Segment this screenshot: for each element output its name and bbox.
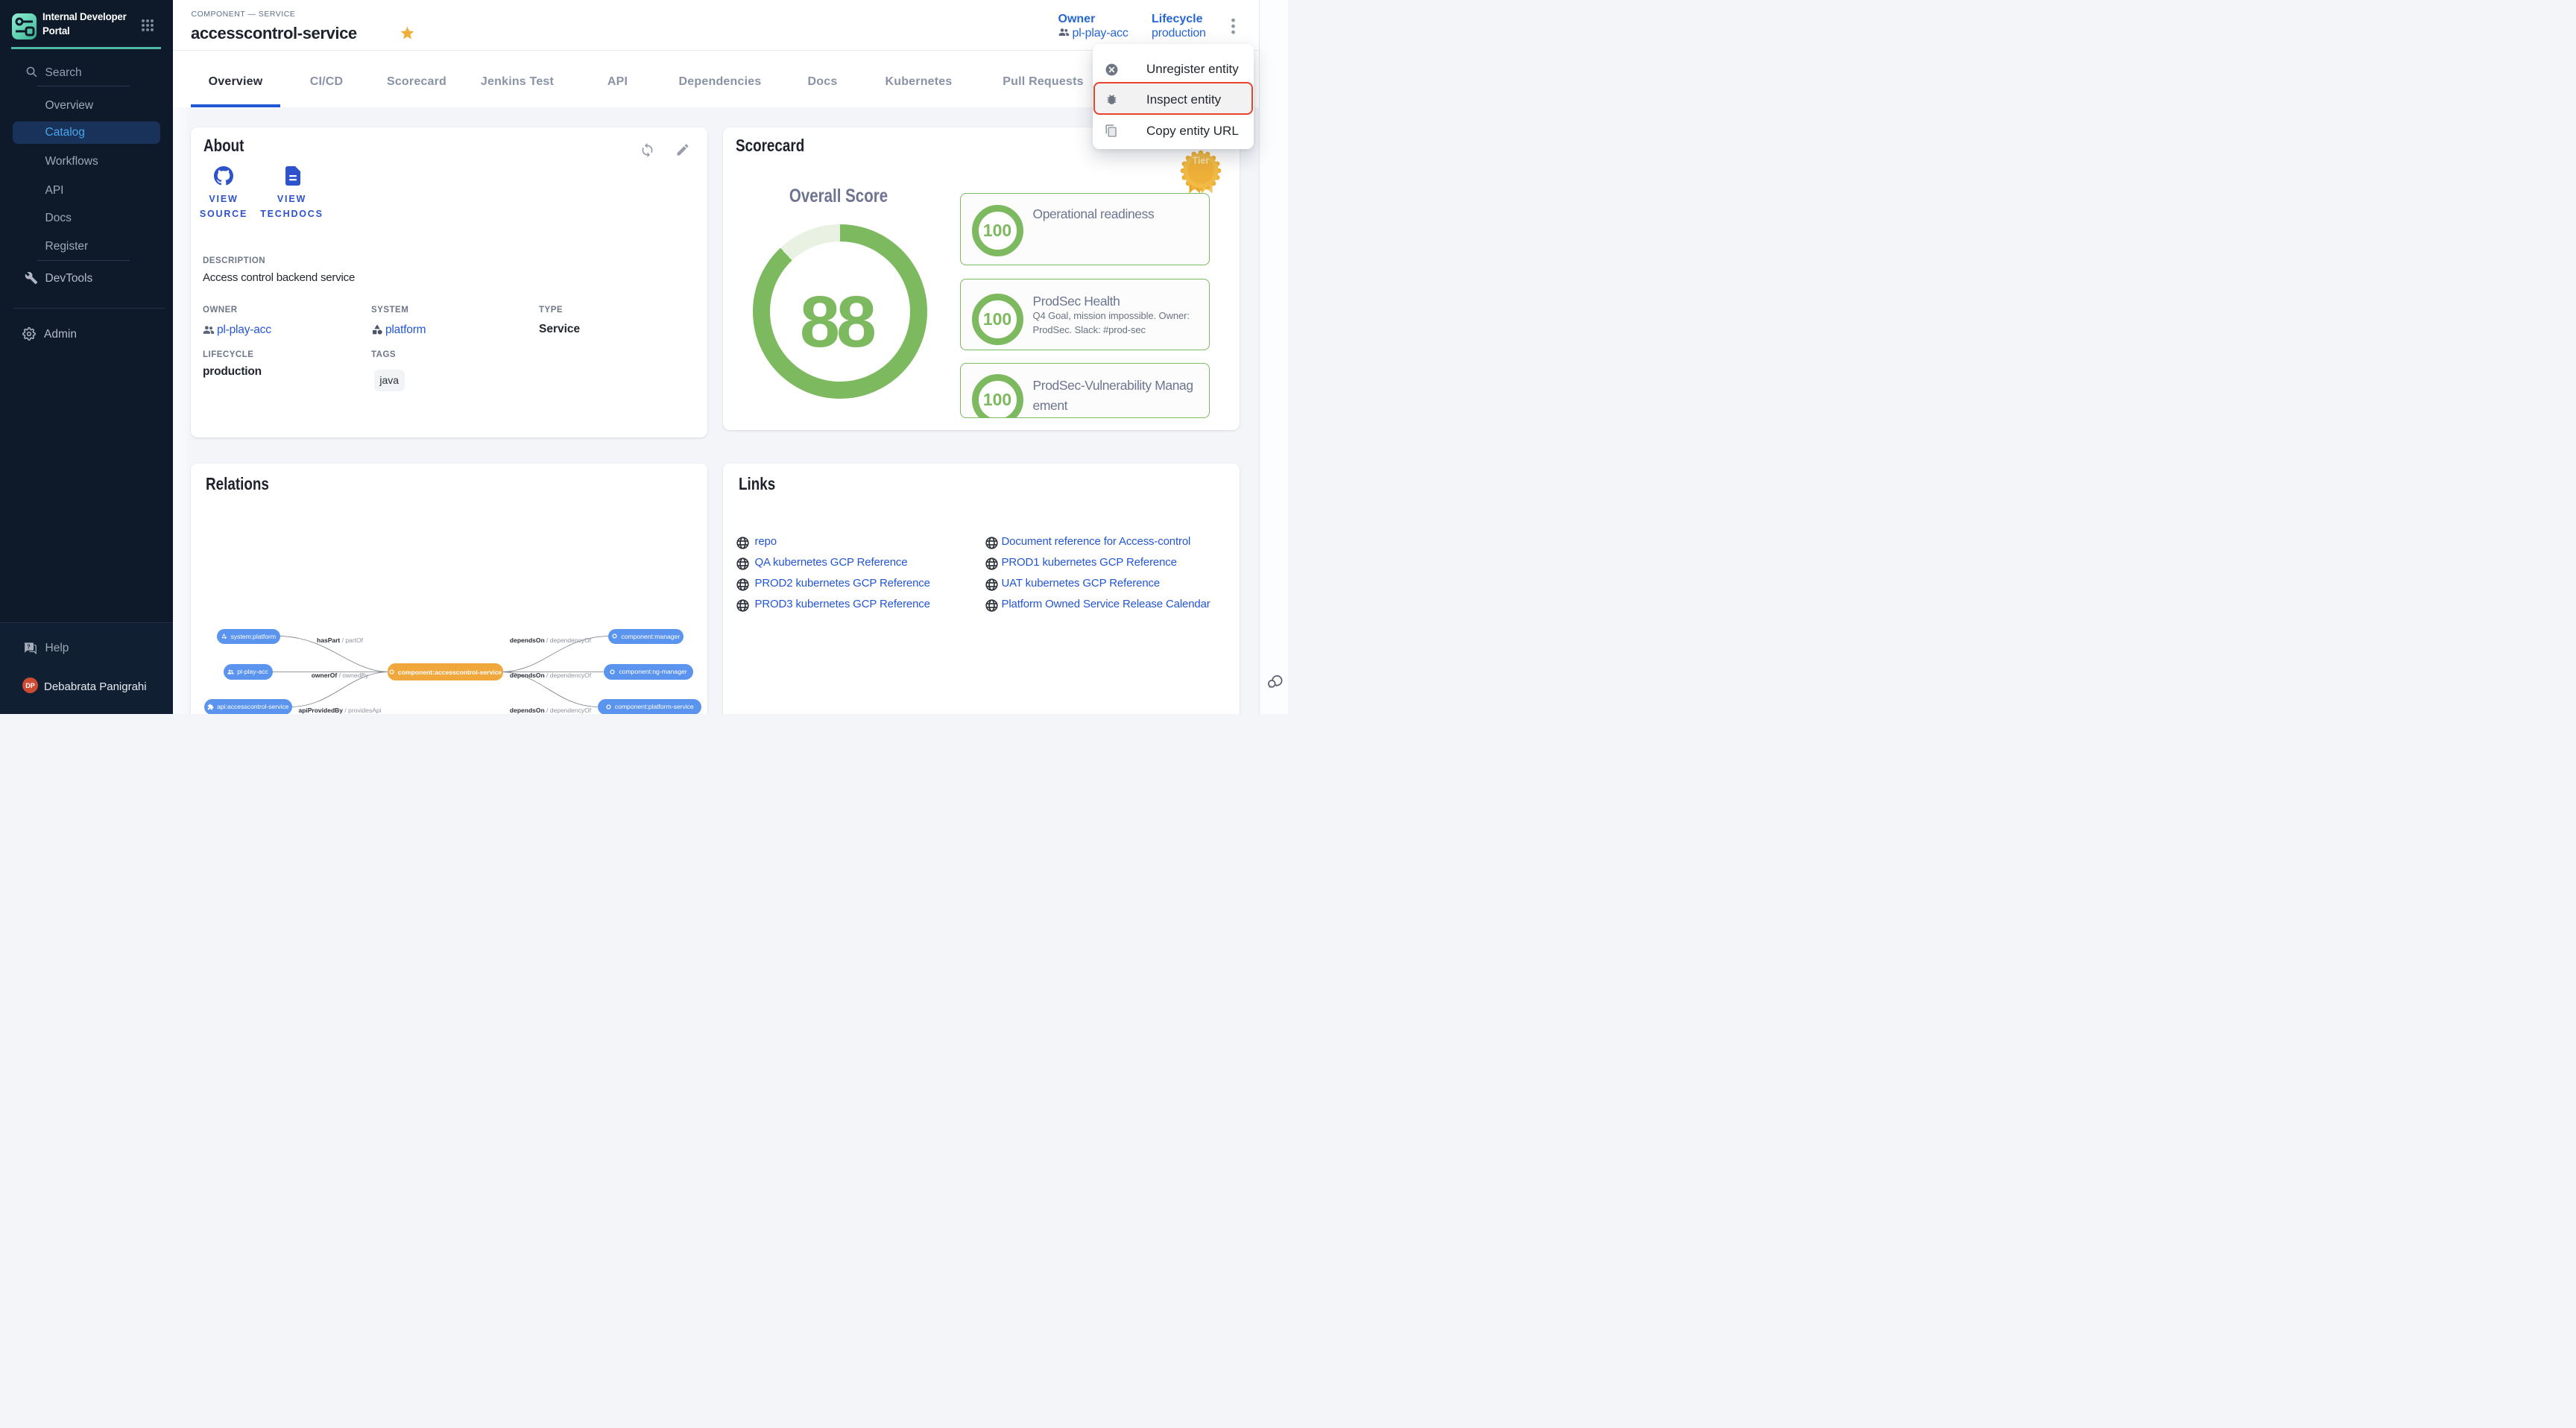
svg-text:Tier: Tier bbox=[1193, 156, 1210, 166]
svg-text:?: ? bbox=[27, 643, 31, 650]
